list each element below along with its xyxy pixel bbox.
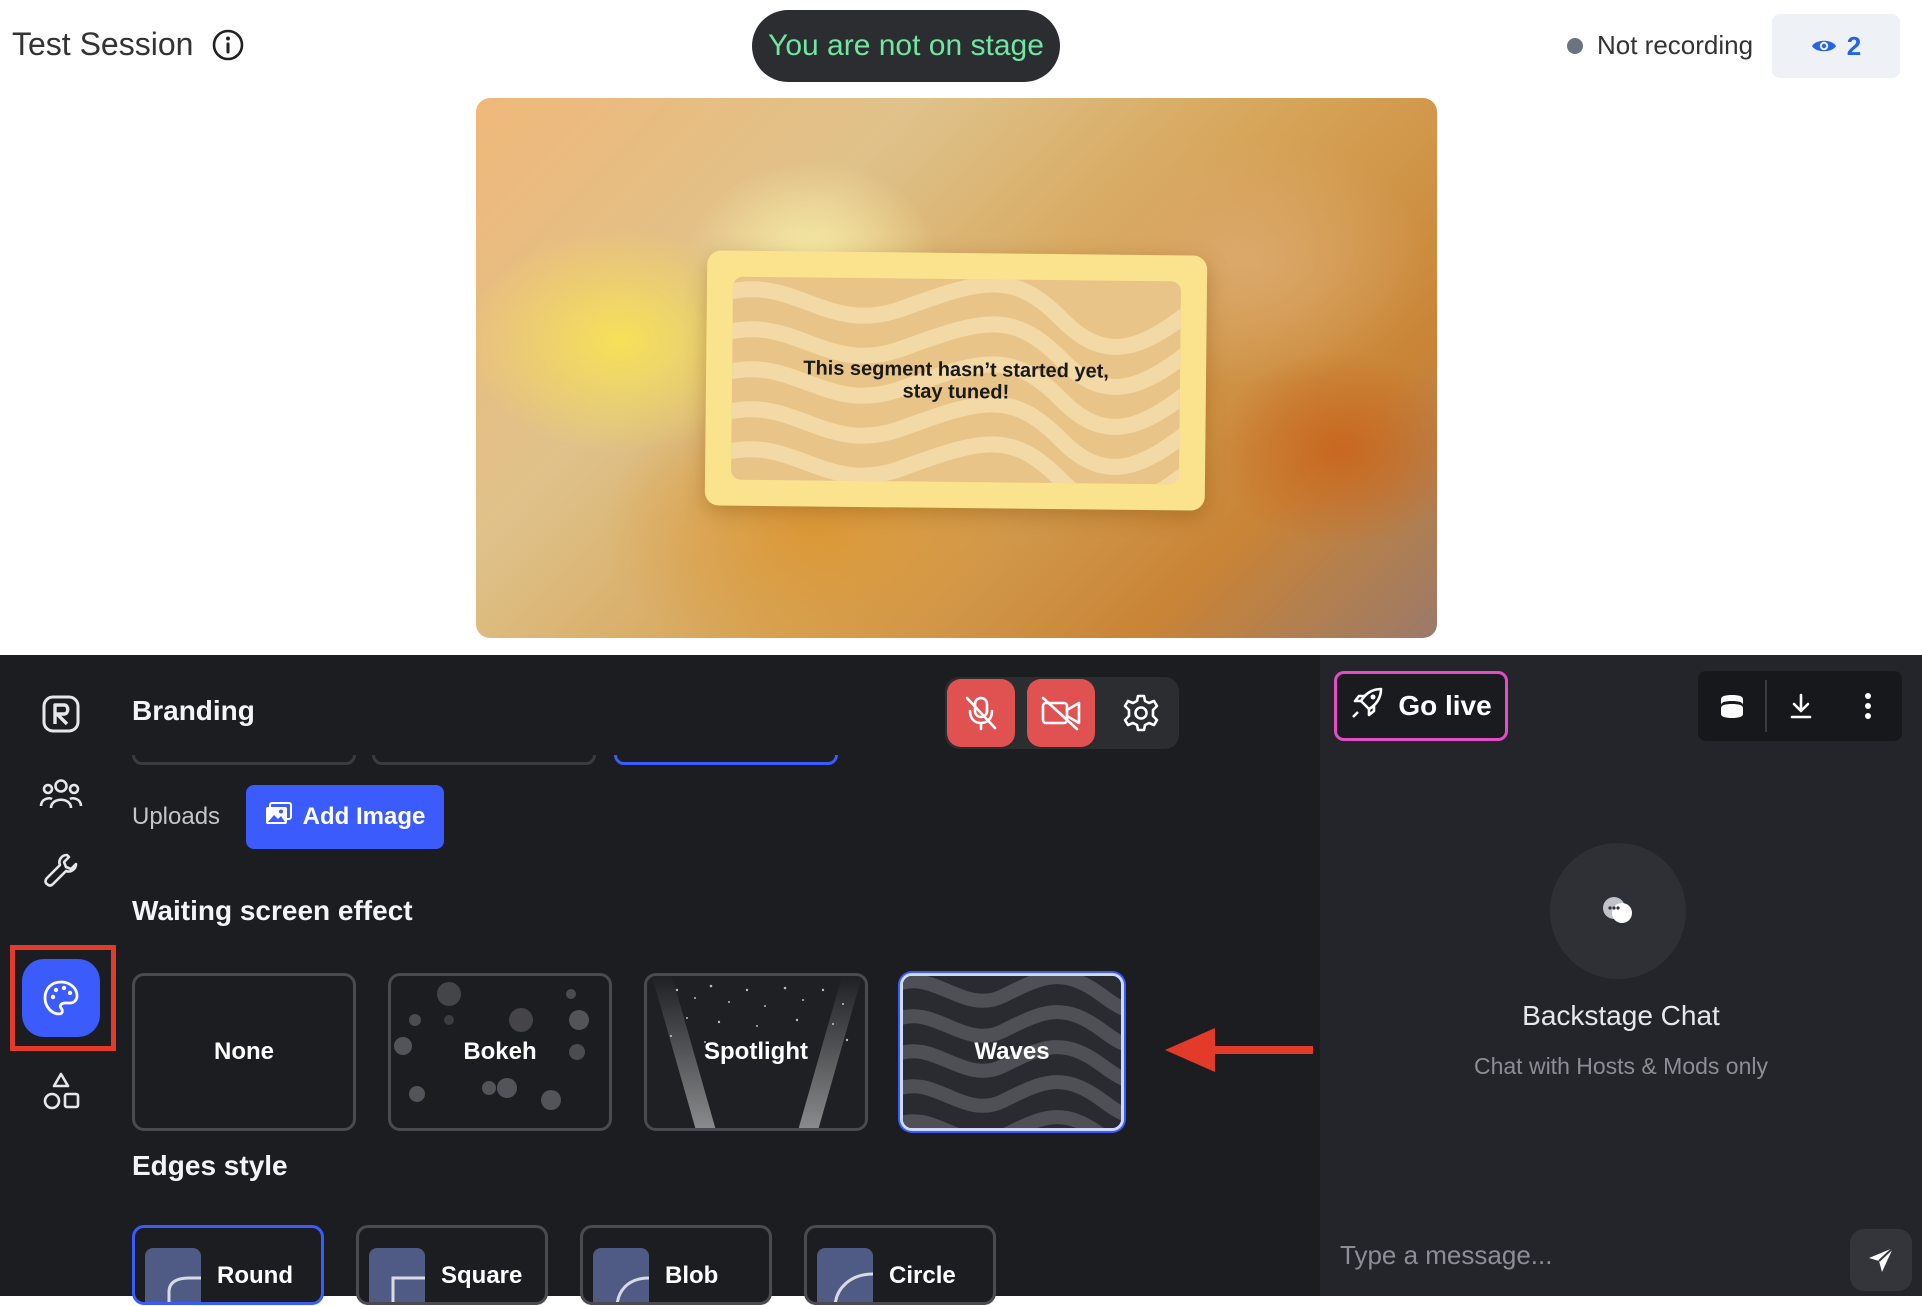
recording-dot-icon	[1567, 37, 1583, 54]
waiting-card-message: This segment hasn’t started yet, stay tu…	[731, 277, 1181, 485]
edge-blob-thumb	[593, 1248, 650, 1302]
effect-bokeh-label: Bokeh	[463, 1038, 537, 1065]
effect-waves-label: Waves	[974, 1038, 1050, 1065]
edge-square[interactable]: Square	[356, 1225, 548, 1305]
background-option-selected[interactable]	[614, 755, 838, 765]
edge-round[interactable]: Round	[132, 1225, 324, 1305]
logo-icon[interactable]	[22, 675, 100, 753]
more-options-icon[interactable]	[1835, 671, 1902, 741]
viewer-count: 2	[1846, 30, 1862, 61]
add-image-button[interactable]: Add Image	[246, 785, 444, 849]
shapes-icon[interactable]	[22, 1053, 100, 1131]
wrench-icon[interactable]	[22, 831, 100, 909]
chat-panel: Go live Backstage Chat Chat with Hosts &…	[1320, 655, 1922, 1296]
people-icon[interactable]	[22, 755, 100, 833]
edges-style-title: Edges style	[132, 1150, 288, 1181]
side-rail	[0, 655, 120, 1296]
chat-bubble-icon	[1550, 843, 1686, 979]
waiting-card: This segment hasn’t started yet, stay tu…	[704, 250, 1208, 511]
background-option[interactable]	[132, 755, 356, 765]
mic-off-icon[interactable]	[947, 679, 1015, 747]
waiting-card-waves: This segment hasn’t started yet, stay tu…	[730, 276, 1182, 485]
stage-status-pill: You are not on stage	[752, 10, 1060, 82]
gear-icon[interactable]	[1107, 679, 1175, 747]
eye-icon	[1811, 31, 1837, 62]
go-live-button[interactable]: Go live	[1334, 671, 1508, 741]
chat-title: Backstage Chat	[1522, 1000, 1720, 1031]
session-title-group: Test Session	[12, 26, 245, 63]
annotation-arrow-icon	[1165, 1028, 1313, 1072]
image-icon	[265, 801, 293, 833]
add-image-label: Add Image	[302, 803, 426, 830]
chat-subtitle: Chat with Hosts & Mods only	[1473, 1053, 1768, 1079]
background-options-partial	[132, 755, 852, 769]
effect-none[interactable]: None	[132, 973, 356, 1131]
download-icon[interactable]	[1767, 671, 1834, 741]
edge-square-label: Square	[441, 1262, 523, 1289]
branding-title: Branding	[132, 695, 255, 726]
top-header: Test Session You are not on stage Not re…	[0, 0, 1922, 96]
go-live-label: Go live	[1398, 690, 1492, 721]
edge-circle[interactable]: Circle	[804, 1225, 996, 1305]
edge-circle-thumb	[817, 1248, 874, 1302]
effect-waves[interactable]: Waves	[900, 973, 1124, 1131]
banner-icon[interactable]	[1698, 671, 1765, 741]
uploads-label: Uploads	[132, 803, 221, 830]
palette-icon[interactable]	[22, 959, 100, 1037]
send-icon[interactable]	[1850, 1229, 1912, 1291]
session-title: Test Session	[12, 26, 194, 62]
edge-round-label: Round	[217, 1262, 293, 1289]
av-controls	[945, 677, 1179, 749]
background-option[interactable]	[372, 755, 596, 765]
effect-spotlight-label: Spotlight	[704, 1038, 808, 1065]
edge-blob-label: Blob	[665, 1262, 719, 1289]
effect-spotlight[interactable]: Spotlight	[644, 973, 868, 1131]
camera-off-icon[interactable]	[1027, 679, 1095, 747]
edge-square-thumb	[369, 1248, 425, 1302]
rocket-icon	[1350, 686, 1384, 727]
chat-toolbar	[1698, 671, 1902, 741]
edge-blob[interactable]: Blob	[580, 1225, 772, 1305]
chat-message-input[interactable]	[1340, 1235, 1820, 1275]
viewer-count-button[interactable]: 2	[1772, 14, 1900, 78]
edge-round-thumb	[145, 1248, 201, 1302]
waiting-message-line2: stay tuned!	[902, 379, 1010, 404]
waiting-effect-title: Waiting screen effect	[132, 895, 413, 926]
info-icon[interactable]	[211, 28, 245, 62]
waiting-message-line1: This segment hasn’t started yet,	[803, 356, 1110, 383]
stage-preview: This segment hasn’t started yet, stay tu…	[476, 98, 1437, 638]
recording-status-label: Not recording	[1597, 30, 1754, 60]
edge-circle-label: Circle	[889, 1262, 956, 1289]
effect-none-label: None	[214, 1038, 274, 1065]
recording-status: Not recording	[1567, 30, 1753, 61]
effect-bokeh[interactable]: Bokeh	[388, 973, 612, 1131]
studio-panel: Branding Uploads Add Image Waiting scree…	[0, 655, 1922, 1305]
